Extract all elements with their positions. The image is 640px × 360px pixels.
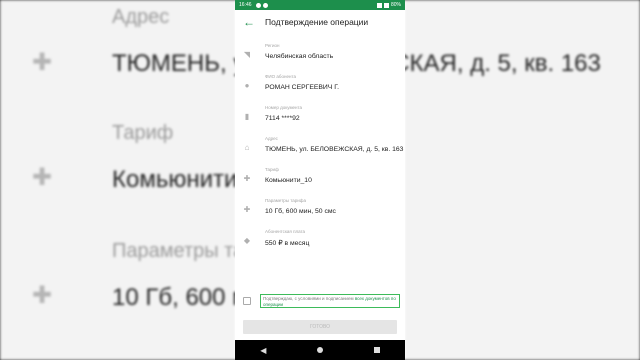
- field-subscriber-name: ● ФИО абонента РОМАН СЕРГЕЕВИЧ Г.: [235, 69, 405, 100]
- field-value: 550 ₽ в месяц: [265, 240, 310, 247]
- background-address-label: Адрес: [112, 6, 170, 28]
- background-plus-icon: ✚: [32, 282, 53, 309]
- field-label: Адрес: [265, 136, 278, 141]
- field-value: 10 Гб, 600 мин, 50 смс: [265, 208, 336, 215]
- field-value: 7114 ****92: [265, 115, 300, 122]
- nav-recents-icon[interactable]: [373, 347, 380, 353]
- app-bar: ← Подтверждение операции: [235, 10, 405, 34]
- field-label: Абонентская плата: [265, 229, 306, 234]
- consent-section: Подтверждаю, с условиями и подписанием в…: [243, 293, 401, 309]
- field-label: Регион: [265, 43, 280, 48]
- location-icon: ◥: [243, 50, 251, 59]
- field-label: Параметры тарифа: [265, 198, 306, 203]
- field-region: ◥ Регион Челябинская область: [235, 38, 405, 69]
- home-icon: ⌂: [244, 143, 250, 152]
- field-document-number: ▮ Номер документа 7114 ****92: [235, 100, 405, 131]
- field-address: ⌂ Адрес ТЮМЕНЬ, ул. БЕЛОВЕЖСКАЯ, д. 5, к…: [235, 131, 405, 162]
- field-value: Комьюнити_10: [265, 177, 312, 184]
- field-value: РОМАН СЕРГЕЕВИЧ Г.: [265, 84, 339, 91]
- field-tariff-params: ✚ Параметры тарифа 10 Гб, 600 мин, 50 см…: [235, 193, 405, 224]
- notification-icon: [255, 2, 261, 8]
- status-bar: 16:46 80%: [235, 0, 405, 10]
- consent-text: Подтверждаю, с условиями и подписанием в…: [260, 294, 400, 308]
- field-label: Номер документа: [265, 105, 303, 110]
- phone-icon: ▮: [244, 112, 250, 121]
- person-icon: ●: [244, 81, 250, 90]
- status-time: 16:46: [239, 2, 252, 8]
- background-tariff-label: Тариф: [112, 122, 174, 144]
- field-label: Тариф: [265, 167, 279, 172]
- system-nav-bar: ◀: [235, 340, 405, 360]
- background-plus-icon: ✚: [32, 49, 53, 76]
- wifi-icon: [376, 2, 382, 8]
- field-value: Челябинская область: [265, 53, 334, 60]
- back-arrow-icon[interactable]: ←: [243, 15, 263, 29]
- nav-home-icon[interactable]: [317, 347, 324, 353]
- plus-icon: ✚: [243, 205, 251, 214]
- field-value: ТЮМЕНЬ, ул. БЕЛОВЕЖСКАЯ, д. 5, кв. 163: [265, 146, 404, 153]
- nav-back-icon[interactable]: ◀: [260, 346, 266, 355]
- consent-label: Подтверждаю, с условиями и подписанием: [263, 296, 354, 301]
- confirm-button[interactable]: ГОТОВО: [243, 320, 397, 334]
- confirmation-details: ◥ Регион Челябинская область ● ФИО абоне…: [235, 34, 405, 255]
- consent-checkbox[interactable]: [243, 297, 251, 305]
- field-tariff: ✚ Тариф Комьюнити_10: [235, 162, 405, 193]
- page-title: Подтверждение операции: [265, 17, 369, 27]
- field-label: ФИО абонента: [265, 74, 296, 79]
- plus-icon: ✚: [243, 174, 251, 183]
- field-subscription-fee: ◆ Абонентская плата 550 ₽ в месяц: [235, 224, 405, 255]
- background-plus-icon: ✚: [32, 164, 53, 191]
- coins-icon: ◆: [243, 236, 251, 245]
- notification-icon: [262, 2, 268, 8]
- battery-level: 80%: [390, 2, 401, 8]
- phone-screen: 16:46 80% ← Подтверждение операции ◥ Рег…: [235, 0, 405, 360]
- signal-icon: [383, 2, 389, 8]
